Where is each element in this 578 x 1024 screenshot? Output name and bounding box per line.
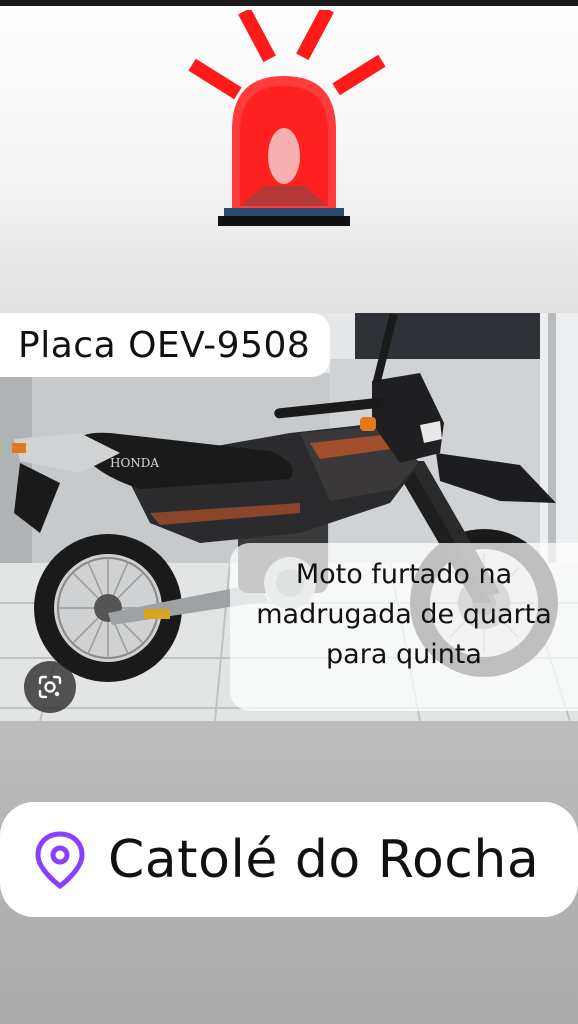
- location-text: Catolé do Rocha: [108, 829, 540, 890]
- honda-seat-text: HONDA: [110, 456, 159, 470]
- top-bar: [0, 0, 578, 6]
- google-lens-icon: [38, 675, 62, 699]
- caption-line: para quinta: [326, 639, 482, 670]
- caption-line: madrugada de quarta: [256, 599, 552, 630]
- google-lens-button[interactable]: [24, 661, 76, 713]
- plate-label: Placa OEV-9508: [0, 313, 331, 377]
- caption-line: Moto furtado na: [295, 559, 513, 590]
- location-pin-icon: [35, 830, 85, 889]
- location-sticker[interactable]: Catolé do Rocha: [0, 802, 578, 917]
- siren-icon: [188, 10, 386, 226]
- theft-caption: Moto furtado na madrugada de quarta para…: [230, 543, 578, 711]
